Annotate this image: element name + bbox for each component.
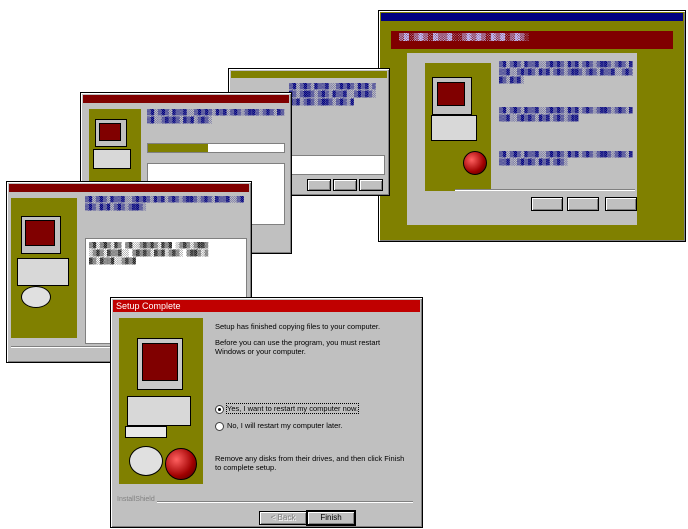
bg-window-4-text-2: ▒▓░▒▓▒░▓▒▒▓░░▒▓▒▓▒░▓▒▓░▒▓▒░▒▓▓▒░▒▓▒░▓▒▒▓… [499, 107, 633, 122]
restart-now-label[interactable]: Yes, I want to restart my computer now. [225, 403, 360, 414]
restart-later-label[interactable]: No, I will restart my computer later. [227, 421, 342, 430]
disc-icon-3 [21, 286, 51, 308]
bg-window-4-text-3: ▒▓░▒▓▒░▓▒▒▓░░▒▓▒▓▒░▓▒▓░▒▓▒░▒▓▓▒░▒▓▒░▓▒▒▓… [499, 151, 633, 166]
back-button[interactable]: < Back [259, 511, 307, 525]
keyboard-icon [125, 426, 167, 438]
setup-complete-dialog: Setup Complete Setup has finished copyin… [110, 297, 423, 528]
computer-screen-icon [437, 82, 465, 106]
bg-window-1-titlebar [9, 184, 249, 192]
footer-separator [117, 501, 413, 503]
bg-window-2-titlebar [83, 95, 289, 103]
tower-icon [431, 115, 477, 141]
bg-window-1-text: ▒▓░▒▓▒░▓▒▒▓░░▒▓▒▓▒░▓▒▓░▒▓▒░▒▓▓▒░▒▓▒░▓▒▒▓… [85, 196, 244, 211]
tower-icon-3 [17, 258, 69, 286]
dialog-title: Setup Complete [113, 300, 420, 312]
restart-required-text: Before you can use the program, you must… [215, 338, 381, 356]
bg-window-4-titlebar [381, 13, 683, 21]
computer-screen-icon-2 [99, 123, 121, 141]
globe-icon-main [165, 448, 197, 480]
bg-window-4-header-noise: ▒▓░▒▓▒░▓▒▒▓░░▒▓▒▓▒░▓▒▓░▒▓▒░ [399, 33, 530, 41]
bg-window-4-button-1 [531, 197, 563, 211]
bg-window-3-list [291, 155, 385, 175]
installshield-label: InstallShield [117, 496, 157, 503]
computer-case-icon [127, 396, 191, 426]
restart-now-radio[interactable] [215, 405, 224, 414]
finished-copying-text: Setup has finished copying files to your… [215, 322, 381, 331]
computer-screen-icon-3 [25, 220, 55, 246]
bg-window-2-text: ▒▓░▒▓▒░▓▒▒▓░░▒▓▒▓▒░▓▒▓░▒▓▒░▒▓▓▒░▒▓▒░▓▒▒▓… [147, 109, 285, 124]
setup-artwork [119, 318, 203, 484]
bg-window-3-button-1 [307, 179, 331, 191]
bg-window-3-titlebar [231, 71, 387, 78]
bg-window-3-text: ▒▓░▒▓▒░▓▒▒▓░░▒▓▒▓▒░▓▒▓░▒▓▒░▒▓▓▒░▒▓▒░▓▒▒▓… [289, 83, 376, 106]
bg-window-4-separator [455, 189, 635, 191]
bg-window-4-button-2 [567, 197, 599, 211]
bg-window-2-progress-fill [148, 144, 208, 152]
bg-window-4-text: ▒▓░▒▓▒░▓▒▒▓░░▒▓▒▓▒░▓▒▓░▒▓▒░▒▓▓▒░▒▓▒░▓▒▒▓… [499, 61, 633, 84]
finish-button[interactable]: Finish [306, 510, 356, 526]
bg-window-4-button-3 [605, 197, 637, 211]
monitor-screen-icon [142, 343, 178, 381]
bg-window-4: ▒▓░▒▓▒░▓▒▒▓░░▒▓▒▓▒░▓▒▓░▒▓▒░ ▒▓░▒▓▒░▓▒▒▓░… [378, 10, 686, 242]
tower-icon-2 [93, 149, 131, 169]
bg-window-3-button-3 [359, 179, 383, 191]
cd-disc-icon [129, 446, 163, 476]
globe-icon [463, 151, 487, 175]
remove-disks-text: Remove any disks from their drives, and … [215, 454, 405, 472]
restart-later-radio[interactable] [215, 422, 224, 431]
bg-window-3-button-2 [333, 179, 357, 191]
